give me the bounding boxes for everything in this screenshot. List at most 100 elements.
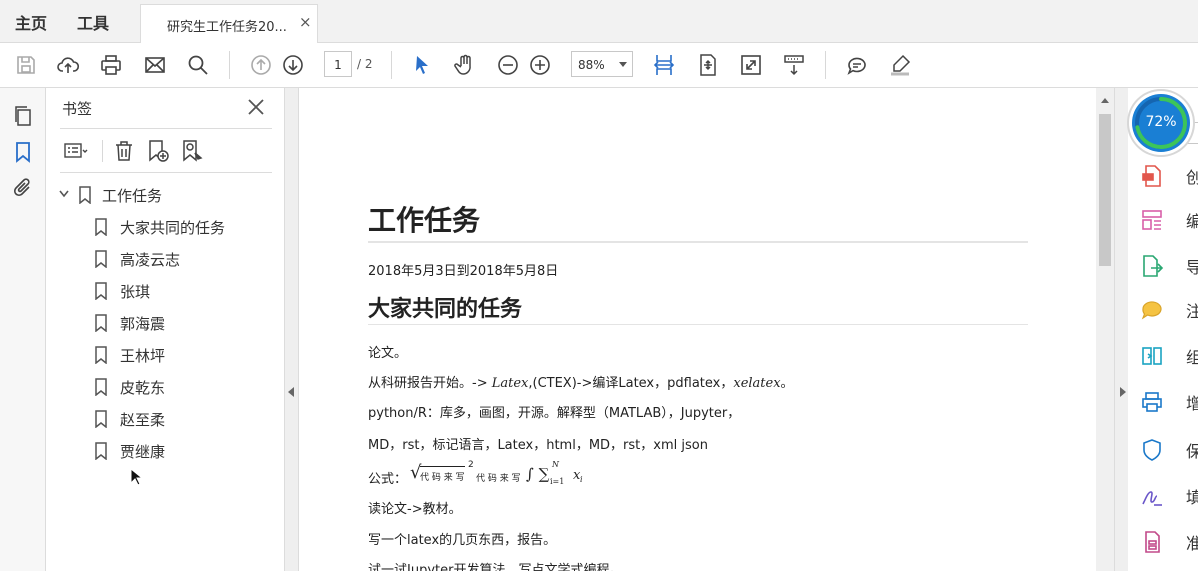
chevron-down-icon [619, 62, 627, 67]
bookmark-item[interactable]: 大家共同的任务 [94, 216, 274, 240]
organize-pages-icon[interactable] [1140, 344, 1164, 368]
zoom-out-icon[interactable] [494, 51, 522, 79]
tool-label[interactable]: 注 [1186, 298, 1198, 322]
close-panel-icon[interactable] [245, 96, 267, 118]
scroll-mode-icon[interactable] [780, 51, 808, 79]
zoom-value: 88% [578, 58, 605, 72]
select-cursor-icon[interactable] [408, 51, 436, 79]
bookmarks-panel: 书签 工作任务 大家共同的任务 高凌云志 张琪 郭海震 王林坪 皮乾东 赵至柔 [46, 88, 285, 571]
bookmark-label: 王林坪 [120, 347, 166, 365]
bookmark-icon [95, 218, 107, 236]
search-icon[interactable] [184, 51, 212, 79]
tools-panel: 创 编 导 注 组 增 保 填 准 72% [1128, 88, 1198, 571]
bookmark-root-label: 工作任务 [102, 187, 163, 205]
scroll-up-icon[interactable] [1101, 98, 1109, 103]
export-pdf-icon[interactable] [1140, 254, 1164, 278]
upload-cloud-icon[interactable] [54, 51, 82, 79]
pages-icon[interactable] [11, 104, 35, 128]
collapse-left-panel-handle[interactable] [285, 88, 299, 571]
page-total: / 2 [357, 57, 373, 71]
bookmark-icon[interactable] [11, 140, 35, 164]
bookmark-item[interactable]: 贾继康 [94, 440, 274, 464]
vertical-scrollbar[interactable] [1096, 88, 1114, 571]
close-tab-icon[interactable]: × [299, 13, 312, 31]
attachment-icon[interactable] [11, 176, 35, 200]
document-date: 2018年5月3日到2018年5月8日 [368, 264, 559, 279]
fullscreen-icon[interactable] [737, 51, 765, 79]
bookmark-root[interactable]: 工作任务 [58, 184, 258, 208]
add-bookmark-icon[interactable] [145, 138, 171, 164]
bookmark-label: 张琪 [120, 283, 151, 301]
document-tab[interactable]: 研究生工作任务20... × [140, 4, 318, 43]
bookmark-item[interactable]: 赵至柔 [94, 408, 274, 432]
comment-tool-icon[interactable] [1140, 298, 1164, 322]
doc-line: 读论文->教材。 [368, 502, 462, 517]
bookmark-icon [95, 442, 107, 460]
delete-bookmark-icon[interactable] [111, 138, 137, 164]
bookmark-item[interactable]: 高凌云志 [94, 248, 274, 272]
bookmark-item[interactable]: 皮乾东 [94, 376, 274, 400]
panel-title: 书签 [62, 100, 93, 118]
tool-label[interactable]: 创 [1186, 164, 1198, 188]
zoom-select[interactable]: 88% [571, 51, 633, 77]
fit-width-icon[interactable] [650, 51, 678, 79]
chevron-right-icon [1120, 387, 1126, 397]
hand-tool-icon[interactable] [451, 51, 479, 79]
document-viewport[interactable]: 工作任务 2018年5月3日到2018年5月8日 大家共同的任务 论文。 从科研… [299, 88, 1114, 571]
previous-page-icon[interactable] [247, 51, 275, 79]
zoom-in-icon[interactable] [526, 51, 554, 79]
bookmark-item[interactable]: 郭海震 [94, 312, 274, 336]
create-pdf-icon[interactable] [1140, 164, 1164, 188]
doc-line: MD，rst，标记语言，Latex，html，MD，rst，xml json [368, 438, 708, 453]
protect-shield-icon[interactable] [1140, 438, 1164, 462]
save-icon[interactable] [12, 51, 40, 79]
tool-label[interactable]: 导 [1186, 254, 1198, 278]
page-number-input[interactable]: 1 [324, 51, 352, 77]
next-page-icon[interactable] [279, 51, 307, 79]
prepare-form-icon[interactable] [1140, 530, 1164, 554]
doc-line: 从科研报告开始。-> Latex,(CTEX)->编译Latex，pdflate… [368, 376, 794, 391]
print-icon[interactable] [97, 51, 125, 79]
highlight-pen-icon[interactable] [886, 51, 914, 79]
menu-tools[interactable]: 工具 [77, 10, 109, 34]
bookmark-icon [95, 378, 107, 396]
find-bookmark-icon[interactable] [179, 138, 205, 164]
bookmark-item[interactable]: 张琪 [94, 280, 274, 304]
mouse-cursor-icon [130, 468, 142, 486]
bookmark-label: 皮乾东 [120, 379, 166, 397]
bookmark-icon [79, 186, 91, 204]
tool-label[interactable]: 增 [1186, 390, 1198, 414]
doc-line: python/R：库多，画图，开源。解释型（MATLAB），Jupyter， [368, 406, 741, 421]
tool-label[interactable]: 组 [1186, 344, 1198, 368]
tool-label[interactable]: 准 [1186, 530, 1198, 554]
section-heading: 大家共同的任务 [368, 297, 523, 322]
bookmark-icon [95, 410, 107, 428]
fit-page-icon[interactable] [694, 51, 722, 79]
bookmark-label: 大家共同的任务 [120, 219, 226, 237]
performance-gauge[interactable]: 72% [1132, 94, 1190, 152]
enhance-scan-icon[interactable] [1140, 390, 1164, 414]
tool-label[interactable]: 编 [1186, 208, 1198, 232]
bookmark-options-icon[interactable] [62, 138, 88, 164]
toolbar: 1 / 2 88% [0, 43, 1198, 88]
bookmark-icon [95, 282, 107, 300]
doc-line: 写一个latex的几页东西，报告。 [368, 533, 557, 548]
bookmark-item[interactable]: 王林坪 [94, 344, 274, 368]
navigation-rail [0, 88, 46, 571]
document-title: 工作任务 [368, 204, 481, 237]
edit-pdf-icon[interactable] [1140, 208, 1164, 232]
fill-sign-icon[interactable] [1140, 484, 1164, 508]
bookmark-icon [95, 314, 107, 332]
tool-label[interactable]: 保 [1186, 438, 1198, 462]
tool-label[interactable]: 填 [1186, 484, 1198, 508]
menu-home[interactable]: 主页 [15, 10, 47, 34]
document-tab-title: 研究生工作任务20... [167, 20, 287, 35]
email-icon[interactable] [141, 51, 169, 79]
comment-icon[interactable] [843, 51, 871, 79]
chevron-down-icon[interactable] [58, 189, 70, 199]
chevron-left-icon [288, 387, 294, 397]
bookmark-label: 郭海震 [120, 315, 166, 333]
collapse-right-panel-handle[interactable] [1114, 88, 1128, 571]
scrollbar-thumb[interactable] [1099, 114, 1111, 266]
doc-line: 论文。 [368, 346, 408, 361]
